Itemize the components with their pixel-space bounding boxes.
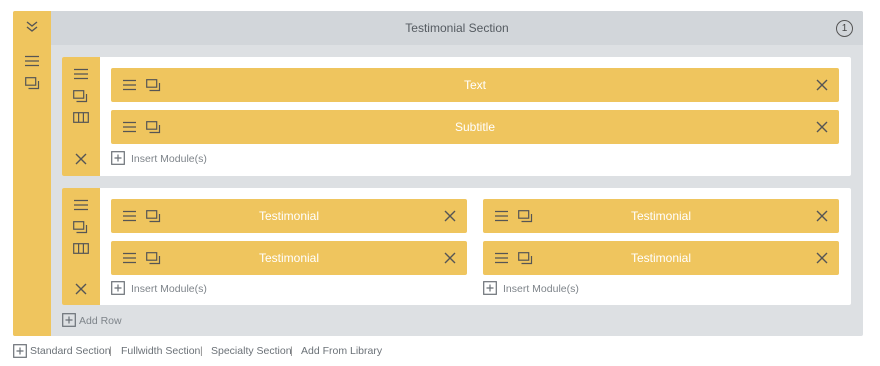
section-container: Testimonial Section 1 Text Subtitle Inse… <box>13 11 863 336</box>
plus-icon <box>111 281 125 295</box>
plus-icon <box>483 281 497 295</box>
section-sidebar <box>13 11 51 336</box>
insert-module-label: Insert Module(s) <box>131 283 207 295</box>
plus-icon <box>111 151 125 165</box>
module-testimonial[interactable]: Testimonial <box>111 199 467 233</box>
add-from-library-link[interactable]: Add From Library <box>301 345 382 357</box>
duplicate-icon[interactable] <box>73 221 88 234</box>
row-sidebar <box>62 57 100 176</box>
module-testimonial[interactable]: Testimonial <box>483 241 839 275</box>
plus-icon <box>62 313 76 327</box>
row-2: Testimonial Testimonial Insert Module(s)… <box>62 188 851 305</box>
section-title: Testimonial Section <box>405 21 509 35</box>
insert-module-label: Insert Module(s) <box>131 153 207 165</box>
module-testimonial[interactable]: Testimonial <box>111 241 467 275</box>
plus-icon <box>13 344 27 358</box>
section-header[interactable]: Testimonial Section 1 <box>51 11 863 45</box>
row-sidebar <box>62 188 100 305</box>
delete-row-icon[interactable] <box>75 153 87 165</box>
module-label: Testimonial <box>258 251 320 265</box>
specialty-section-link[interactable]: Specialty Section <box>211 345 292 357</box>
close-icon[interactable] <box>816 210 828 222</box>
add-row-button[interactable]: Add Row <box>62 313 162 329</box>
drag-handle-icon[interactable] <box>73 199 89 211</box>
insert-module-label: Insert Module(s) <box>503 283 579 295</box>
insert-module-button[interactable]: Insert Module(s) <box>111 281 261 297</box>
row-1: Text Subtitle Insert Module(s) <box>62 57 851 176</box>
module-subtitle[interactable]: Subtitle <box>111 110 839 144</box>
module-label: Testimonial <box>630 251 692 265</box>
module-label: Subtitle <box>454 120 496 134</box>
standard-section-link[interactable]: Standard Section <box>30 345 111 357</box>
module-label: Text <box>463 78 486 92</box>
close-icon[interactable] <box>816 252 828 264</box>
add-row-label: Add Row <box>79 315 122 327</box>
duplicate-icon[interactable] <box>25 77 40 90</box>
fullwidth-section-link[interactable]: Fullwidth Section <box>121 345 200 357</box>
duplicate-icon[interactable] <box>73 90 88 103</box>
section-count-badge[interactable]: 1 <box>836 20 853 37</box>
drag-handle-icon[interactable] <box>24 55 40 67</box>
delete-row-icon[interactable] <box>75 283 87 295</box>
separator: | <box>109 345 112 357</box>
columns-icon[interactable] <box>73 243 89 254</box>
columns-icon[interactable] <box>73 112 89 123</box>
close-icon[interactable] <box>816 121 828 133</box>
separator: | <box>200 345 203 357</box>
close-icon[interactable] <box>444 210 456 222</box>
separator: | <box>290 345 293 357</box>
drag-handle-icon[interactable] <box>73 68 89 80</box>
insert-module-button[interactable]: Insert Module(s) <box>111 151 261 167</box>
collapse-chevrons-icon[interactable] <box>25 20 39 34</box>
insert-module-button[interactable]: Insert Module(s) <box>483 281 633 297</box>
module-label: Testimonial <box>258 209 320 223</box>
module-testimonial[interactable]: Testimonial <box>483 199 839 233</box>
close-icon[interactable] <box>444 252 456 264</box>
module-label: Testimonial <box>630 209 692 223</box>
close-icon[interactable] <box>816 79 828 91</box>
module-text[interactable]: Text <box>111 68 839 102</box>
